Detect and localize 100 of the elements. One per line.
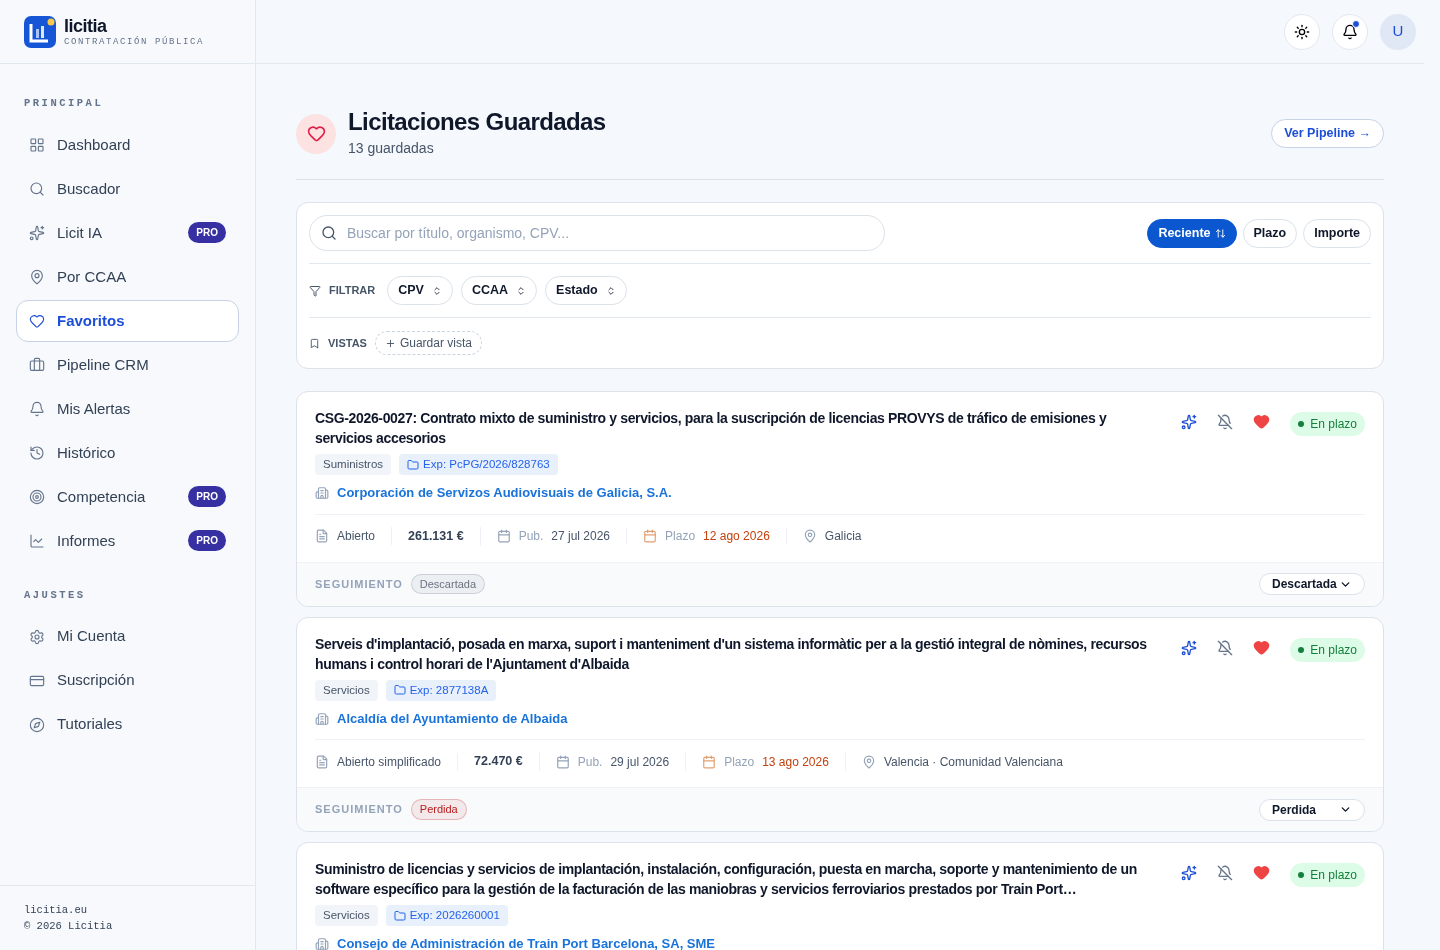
status-badge: En plazo (1290, 637, 1365, 662)
tracking-label: SEGUIMIENTO (315, 802, 403, 818)
bell-off-icon[interactable] (1217, 639, 1234, 656)
footer-text: © 2026 Licitia (24, 919, 114, 934)
organization-link[interactable]: Alcaldía del Ayuntamiento de Albaida (337, 708, 568, 729)
page-subtitle: 13 guardadas (348, 139, 435, 158)
sun-icon (1294, 23, 1310, 40)
pipeline-link-button[interactable]: Ver Pipeline → (1271, 119, 1384, 148)
sidebar-item[interactable]: Pipeline CRM (16, 343, 239, 386)
sort-button[interactable]: Plazo (1242, 218, 1298, 248)
sidebar-item[interactable]: Suscripción (16, 659, 239, 702)
pub-label: Pub. (577, 753, 603, 771)
folder-icon (393, 909, 406, 922)
calendar-icon (643, 529, 658, 544)
document-icon (315, 529, 329, 544)
heart-icon[interactable] (1253, 638, 1271, 656)
building-icon (315, 486, 329, 500)
sparkles-icon[interactable] (1181, 639, 1198, 656)
folder-icon (407, 458, 420, 471)
page-title: Licitaciones Guardadas (348, 108, 607, 136)
deadline-date: 12 ago 2026 (703, 528, 770, 546)
expedient-tag: Exp: 2877138A (385, 679, 497, 701)
sidebar-item[interactable]: Buscador (16, 167, 239, 210)
bell-icon (1342, 23, 1358, 40)
sidebar-item[interactable]: Tutoriales (16, 703, 239, 746)
chevrons-up-down-icon (516, 285, 527, 296)
sidebar-item[interactable]: Favoritos (16, 299, 239, 342)
calendar-icon (702, 754, 717, 769)
notifications-button[interactable] (1332, 13, 1368, 50)
location-text: Valencia · Comunidad Valenciana (883, 753, 1063, 771)
sidebar-item[interactable]: Por CCAA (16, 255, 239, 298)
filter-label: FILTRAR (329, 283, 376, 299)
heart-icon (29, 312, 45, 329)
brand-tagline: CONTRATACIÓN PÚBLICA (64, 37, 205, 47)
expedient-tag: Exp: PcPG/2026/828763 (399, 454, 558, 476)
history-icon (29, 444, 45, 461)
sidebar-item[interactable]: Mi Cuenta (16, 615, 239, 658)
bell-icon (29, 400, 45, 417)
status-badge: En plazo (1290, 412, 1365, 436)
tracking-select[interactable]: Perdida (1259, 798, 1365, 821)
sparkles-icon[interactable] (1181, 414, 1198, 430)
tender-title[interactable]: Suministro de licencias y servicios de implantación, instalación, configuración, puesta en marcha, soporte y mantenimiento de un software específico para la gestión de la facturación de las maniobras y servicios ferroviarios prestados por Train Port… (315, 859, 1166, 899)
pub-label: Pub. (518, 528, 544, 546)
user-avatar[interactable]: U (1380, 13, 1416, 50)
sidebar-item[interactable]: Mis Alertas (16, 387, 239, 430)
sidebar-item[interactable]: Informes PRO (16, 519, 239, 562)
sparkles-icon (29, 224, 45, 241)
search-icon (29, 180, 45, 197)
target-icon (29, 488, 45, 505)
organization-link[interactable]: Corporación de Servizos Audiovisuais de Galicia, S.A. (337, 483, 672, 503)
line-chart-icon (29, 532, 45, 549)
building-icon (315, 937, 329, 950)
tender-title[interactable]: Serveis d'implantació, posada en marxa, suport i manteniment d'un sistema informàtic per a la gestió integral de nòmines, recursos humans i control horari de l'Ajuntament d'Albaida (315, 633, 1166, 674)
category-tag: Suministros (315, 454, 392, 476)
deadline-label: Plazo (724, 753, 755, 771)
map-pin-icon (29, 268, 45, 285)
amount-text: 261.131 € (392, 526, 481, 546)
deadline-label: Plazo (665, 528, 696, 546)
map-pin-icon (861, 754, 876, 769)
filter-icon (309, 284, 321, 297)
plus-icon (384, 337, 396, 349)
calendar-icon (496, 529, 511, 544)
amount-text: 72.470 € (458, 752, 540, 771)
folder-icon (393, 684, 406, 697)
heart-icon[interactable] (1253, 864, 1271, 881)
status-badge: En plazo (1290, 863, 1365, 887)
brand-name: licitia (64, 16, 108, 35)
category-tag: Servicios (315, 905, 378, 927)
bell-off-icon[interactable] (1217, 414, 1234, 430)
search-field[interactable]: Buscar por título, organismo, CPV... (309, 215, 885, 251)
heart-icon (306, 124, 326, 143)
sort-button[interactable]: Importe (1303, 218, 1371, 248)
tracking-select[interactable]: Descartada (1259, 573, 1365, 595)
bookmark-icon (309, 337, 320, 349)
tracking-label: SEGUIMIENTO (315, 576, 403, 592)
chevrons-up-down-icon (431, 285, 442, 296)
settings-icon (29, 628, 45, 645)
bell-off-icon[interactable] (1217, 865, 1234, 881)
section-title: AJUSTES (23, 587, 87, 603)
deadline-date: 13 ago 2026 (762, 753, 829, 771)
views-label: VISTAS (328, 335, 367, 351)
briefcase-icon (29, 356, 45, 373)
sidebar-item[interactable]: Competencia PRO (16, 475, 239, 518)
heart-icon[interactable] (1253, 413, 1271, 430)
tracking-badge: Perdida (410, 799, 467, 820)
theme-toggle-button[interactable] (1284, 13, 1320, 50)
sidebar-item[interactable]: Histórico (16, 431, 239, 474)
pub-date: 27 jul 2026 (551, 528, 611, 546)
sort-button[interactable]: Reciente (1147, 218, 1237, 248)
procedure-text: Abierto simplificado (337, 753, 442, 771)
tracking-badge: Descartada (410, 573, 486, 595)
pro-badge: PRO (188, 486, 226, 508)
building-icon (315, 711, 329, 726)
sidebar-item[interactable]: Dashboard (16, 123, 239, 166)
sort-arrows-icon (1214, 227, 1226, 239)
category-tag: Servicios (315, 679, 378, 701)
search-icon (321, 225, 337, 241)
tender-title[interactable]: CSG-2026-0027: Contrato mixto de suministro y servicios, para la suscripción de licencias PROVYS de tráfico de emisiones y servicios accesorios (315, 408, 1166, 448)
sparkles-icon[interactable] (1181, 865, 1198, 881)
sidebar-item[interactable]: Licit IA PRO (16, 211, 239, 254)
